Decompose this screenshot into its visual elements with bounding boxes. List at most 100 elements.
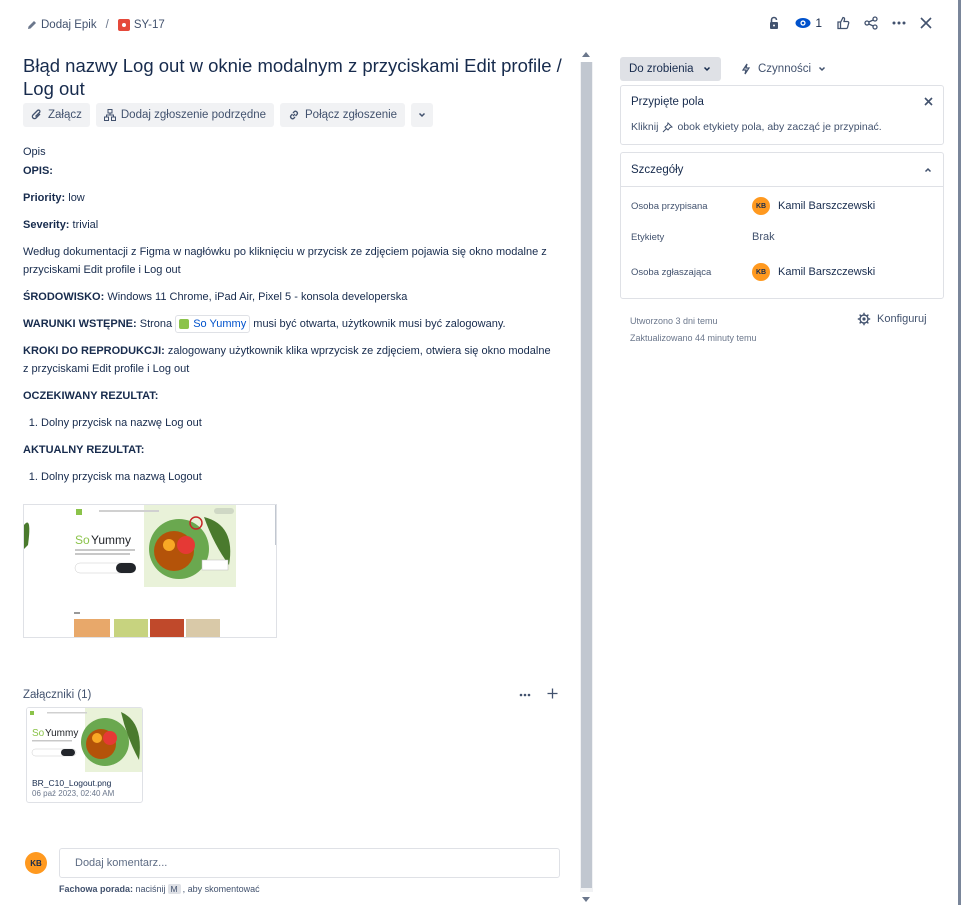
lock-button[interactable] — [767, 16, 781, 30]
add-child-issue-label: Dodaj zgłoszenie podrzędne — [120, 109, 267, 121]
close-button[interactable] — [920, 17, 932, 29]
preconditions-label: WARUNKI WSTĘPNE: — [23, 318, 137, 330]
share-button[interactable] — [864, 16, 878, 30]
shortcut-key: M — [167, 884, 181, 894]
attachment-thumbnail: So Yummy — [27, 708, 142, 772]
attachment-date: 06 paź 2023, 02:40 AM — [32, 789, 115, 798]
actual-list: Dolny przycisk ma nazwą Logout — [23, 468, 553, 486]
scroll-up-icon[interactable] — [582, 52, 590, 57]
site-favicon-icon — [179, 319, 190, 330]
link-issue-button[interactable]: Połącz zgłoszenie — [280, 103, 406, 127]
pinned-hint: Kliknij obok etykiety pola, aby zacząć j… — [631, 121, 882, 133]
status-dropdown[interactable]: Do zrobienia — [620, 57, 721, 81]
reporter-field[interactable]: KB Kamil Barszczewski — [752, 263, 875, 281]
attach-button[interactable]: Załącz — [23, 103, 90, 127]
opis-label: OPIS: — [23, 165, 53, 177]
configure-button[interactable]: Konfiguruj — [857, 312, 927, 326]
add-attachment-button[interactable] — [547, 688, 558, 702]
issue-main: Błąd nazwy Log out w oknie modalnym z pr… — [0, 52, 575, 905]
hierarchy-icon — [103, 109, 116, 121]
attachment-preview-image: So Yummy — [27, 708, 142, 772]
expected-list: Dolny przycisk na nazwę Log out — [23, 414, 553, 432]
gear-icon — [857, 312, 871, 326]
eye-icon — [795, 18, 811, 28]
severity-label: Severity: — [23, 219, 70, 231]
labels-value: Brak — [752, 231, 775, 243]
comment-area: KB Dodaj komentarz... Fachowa porada: na… — [23, 848, 563, 898]
lightning-icon — [741, 63, 751, 75]
expected-label: OCZEKIWANY REZULTAT: — [23, 390, 159, 403]
issue-toolbar: Załącz Dodaj zgłoszenie podrzędne Połącz… — [23, 103, 434, 127]
steps-label: KROKI DO REPRODUKCJI: — [23, 345, 165, 358]
actual-label: AKTUALNY REZULTAT: — [23, 444, 145, 457]
priority-value: low — [68, 192, 85, 204]
details-header[interactable]: Szczegóły — [621, 153, 943, 187]
attachments-header: Załączniki (1) — [23, 688, 558, 702]
attachments-title: Załączniki (1) — [23, 689, 92, 701]
share-icon — [864, 16, 878, 30]
more-actions-button[interactable] — [892, 21, 906, 25]
tip-bold: Fachowa porada: — [59, 884, 134, 894]
scroll-down-icon[interactable] — [582, 897, 590, 902]
bug-icon — [117, 19, 130, 31]
severity-line: Severity: trivial — [23, 216, 553, 234]
chevron-up-icon — [924, 167, 932, 172]
comment-input[interactable]: Dodaj komentarz... — [59, 848, 560, 878]
assignee-field[interactable]: KB Kamil Barszczewski — [752, 197, 875, 215]
embedded-screenshot[interactable]: So Yummy — [23, 504, 277, 638]
main-scrollbar[interactable] — [580, 48, 593, 905]
assignee-row: Osoba przypisana KB Kamil Barszczewski — [631, 197, 875, 215]
add-child-issue-button[interactable]: Dodaj zgłoszenie podrzędne — [95, 103, 275, 127]
more-toolbar-button[interactable] — [411, 103, 434, 127]
pinned-close-button[interactable] — [924, 95, 933, 109]
pinned-fields-panel: Przypięte pola Kliknij obok etykiety pol… — [620, 85, 944, 145]
severity-value: trivial — [72, 219, 99, 231]
chevron-down-icon — [703, 66, 710, 72]
comment-tip: Fachowa porada: naciśnij M, aby skomentow… — [59, 884, 260, 894]
more-icon — [892, 21, 906, 25]
attachment-filename: BR_C10_Logout.png — [32, 778, 112, 788]
description-body: Według dokumentacji z Figma w nagłówku p… — [23, 246, 547, 276]
list-item: Dolny przycisk ma nazwą Logout — [41, 468, 553, 486]
breadcrumb-epic[interactable]: Dodaj Epik — [27, 19, 97, 31]
tip-before: naciśnij — [135, 884, 166, 894]
details-title: Szczegóły — [631, 163, 684, 176]
avatar: KB — [752, 197, 770, 215]
priority-label: Priority: — [23, 192, 66, 204]
attachment-logo-so: So — [32, 728, 45, 739]
steps-line: KROKI DO REPRODUKCJI: zalogowany użytkow… — [23, 342, 553, 378]
details-panel: Szczegóły Osoba przypisana KB Kamil Bars… — [620, 152, 944, 299]
link-icon — [289, 110, 299, 120]
top-actions: 1 — [767, 16, 932, 30]
screenshot-logo-so: So — [75, 533, 90, 547]
preconditions-after: musi być otwarta, użytkownik musi być za… — [253, 318, 506, 330]
close-icon — [920, 17, 932, 29]
labels-row: Etykiety Brak — [631, 231, 775, 243]
watch-button[interactable]: 1 — [795, 16, 822, 30]
avatar: KB — [25, 852, 47, 874]
so-yummy-link[interactable]: So Yummy — [175, 315, 251, 334]
labels-label: Etykiety — [631, 231, 665, 243]
screenshot-logo-yummy: Yummy — [91, 533, 131, 547]
pencil-icon — [28, 21, 36, 29]
assignee-name: Kamil Barszczewski — [778, 200, 876, 212]
attachments-more-button[interactable] — [519, 688, 531, 702]
actions-dropdown[interactable]: Czynności — [734, 57, 833, 81]
issue-title[interactable]: Błąd nazwy Log out w oknie modalnym z pr… — [23, 54, 563, 100]
description[interactable]: Opis OPIS: Priority: low Severity: trivi… — [23, 143, 553, 495]
reporter-name: Kamil Barszczewski — [778, 266, 876, 278]
tip-after: , aby skomentować — [182, 884, 260, 894]
breadcrumb-issue[interactable]: SY-17 — [117, 19, 165, 31]
avatar: KB — [752, 263, 770, 281]
thumbs-up-icon — [837, 16, 850, 30]
priority-line: Priority: low — [23, 189, 553, 207]
status-label: Do zrobienia — [629, 63, 694, 75]
labels-field[interactable]: Brak — [752, 231, 775, 243]
scrollbar-thumb[interactable] — [581, 62, 592, 888]
paperclip-icon — [31, 109, 41, 120]
vote-button[interactable] — [836, 16, 850, 30]
chevron-down-icon — [419, 112, 426, 118]
breadcrumb-epic-label: Dodaj Epik — [41, 19, 97, 31]
attachment-card[interactable]: So Yummy BR_C10_Logout.png 06 paź 2023, … — [26, 707, 143, 803]
attachments-actions — [519, 688, 558, 702]
